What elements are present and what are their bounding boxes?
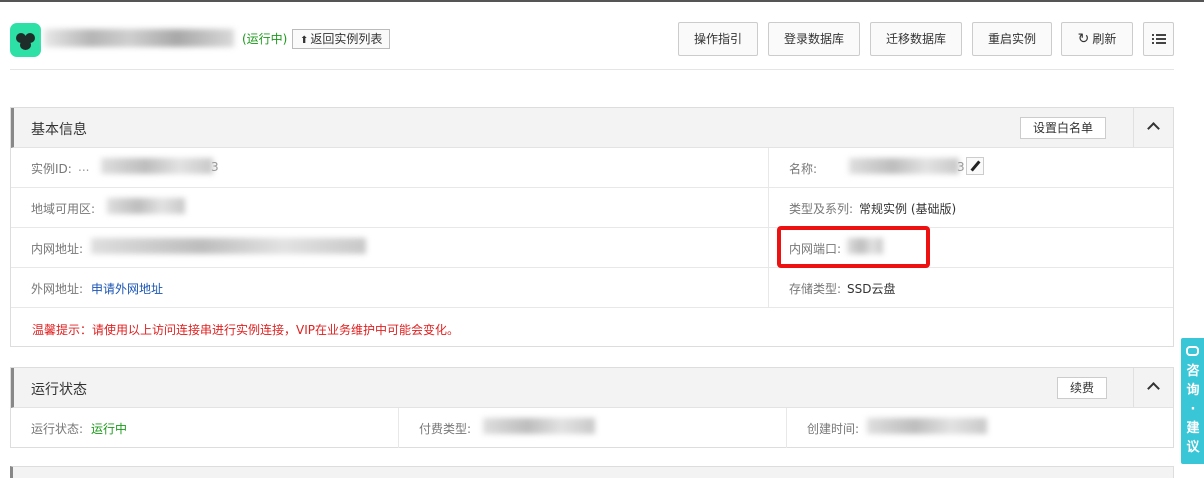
basic-info-title: 基本信息 — [31, 122, 87, 138]
refresh-label: 刷新 — [1092, 32, 1117, 46]
instance-id-prefix: ... — [78, 160, 90, 174]
type-value: 常规实例 (基础版) — [859, 202, 957, 216]
run-status-label: 运行状态: — [31, 422, 84, 436]
guide-button[interactable]: 操作指引 — [678, 22, 758, 56]
instance-header: (运行中) ⬆ 返回实例列表 操作指引 登录数据库 迁移数据库 重启实例 ↻ 刷新 — [10, 2, 1174, 70]
billing-type-label: 付费类型: — [419, 422, 472, 436]
instance-status: (运行中) — [242, 32, 288, 46]
warning-tip: 温馨提示：请使用以上访问连接串进行实例连接，VIP在业务维护中可能会变化。 — [32, 323, 459, 337]
intranet-address-redacted — [91, 238, 366, 254]
storage-type-value: SSD云盘 — [847, 282, 896, 296]
run-status-row: 运行状态: 运行中 付费类型: 创建时间: — [11, 408, 1173, 448]
login-db-button[interactable]: 登录数据库 — [768, 22, 860, 56]
collapse-run-status-button[interactable] — [1133, 368, 1173, 407]
info-row-region: 地域可用区: 类型及系列: 常规实例 (基础版) — [11, 188, 1173, 228]
storage-type-label: 存储类型: — [789, 282, 842, 296]
instance-id-label: 实例ID: — [31, 162, 72, 176]
created-time-label: 创建时间: — [807, 422, 860, 436]
info-row-public: 外网地址: 申请外网地址 存储类型: SSD云盘 — [11, 268, 1173, 308]
info-row-id: 实例ID: ... 3 名称: 3 — [11, 148, 1173, 188]
renew-button[interactable]: 续费 — [1057, 377, 1107, 399]
instance-id-suffix: 3 — [211, 160, 219, 174]
basic-info-panel: 基本信息 设置白名单 实例ID: ... 3 名称: 3 地域可用区: 类型及系… — [10, 107, 1174, 347]
info-row-warning: 温馨提示：请使用以上访问连接串进行实例连接，VIP在业务维护中可能会变化。 — [11, 308, 1173, 348]
name-suffix: 3 — [957, 160, 965, 174]
intranet-port-highlight — [777, 226, 930, 268]
refresh-button[interactable]: ↻ 刷新 — [1061, 22, 1133, 56]
created-time-redacted — [867, 418, 987, 434]
apply-public-address-link[interactable]: 申请外网地址 — [91, 280, 163, 297]
set-whitelist-button[interactable]: 设置白名单 — [1020, 117, 1106, 139]
run-status-header: 运行状态 续费 — [11, 368, 1173, 408]
info-row-intranet: 内网地址: 内网端口: — [11, 228, 1173, 268]
basic-info-header: 基本信息 设置白名单 — [11, 108, 1173, 148]
run-status-title: 运行状态 — [31, 382, 87, 398]
run-status-value: 运行中 — [91, 422, 128, 436]
name-redacted — [849, 158, 959, 174]
run-status-panel: 运行状态 续费 运行状态: 运行中 付费类型: 创建时间: — [10, 367, 1174, 448]
name-label: 名称: — [789, 162, 818, 176]
public-address-label: 外网地址: — [31, 282, 84, 296]
list-menu-button[interactable] — [1143, 22, 1174, 56]
next-panel — [10, 466, 1174, 478]
chevron-up-icon — [1147, 122, 1160, 135]
consult-suggest-label: 咨询·建议 — [1186, 364, 1200, 455]
restart-button[interactable]: 重启实例 — [972, 22, 1052, 56]
collapse-basic-info-button[interactable] — [1133, 108, 1173, 147]
billing-type-redacted — [483, 418, 595, 434]
edit-pencil-icon[interactable] — [966, 157, 984, 175]
chat-icon — [1186, 346, 1199, 356]
type-label: 类型及系列: — [789, 202, 854, 216]
migrate-db-button[interactable]: 迁移数据库 — [870, 22, 962, 56]
instance-logo-icon — [10, 23, 41, 57]
back-to-list-button[interactable]: ⬆ 返回实例列表 — [292, 29, 391, 49]
chevron-up-icon — [1147, 382, 1160, 395]
up-arrow-icon: ⬆ — [300, 35, 309, 46]
region-redacted — [107, 198, 185, 214]
instance-name-redacted — [44, 29, 234, 47]
instance-id-redacted — [101, 158, 213, 174]
region-label: 地域可用区: — [31, 202, 96, 216]
intranet-address-label: 内网地址: — [31, 242, 84, 256]
back-to-list-label: 返回实例列表 — [310, 32, 383, 46]
consult-suggest-tab[interactable]: 咨询·建议 — [1181, 338, 1204, 464]
refresh-icon: ↻ — [1077, 31, 1090, 47]
